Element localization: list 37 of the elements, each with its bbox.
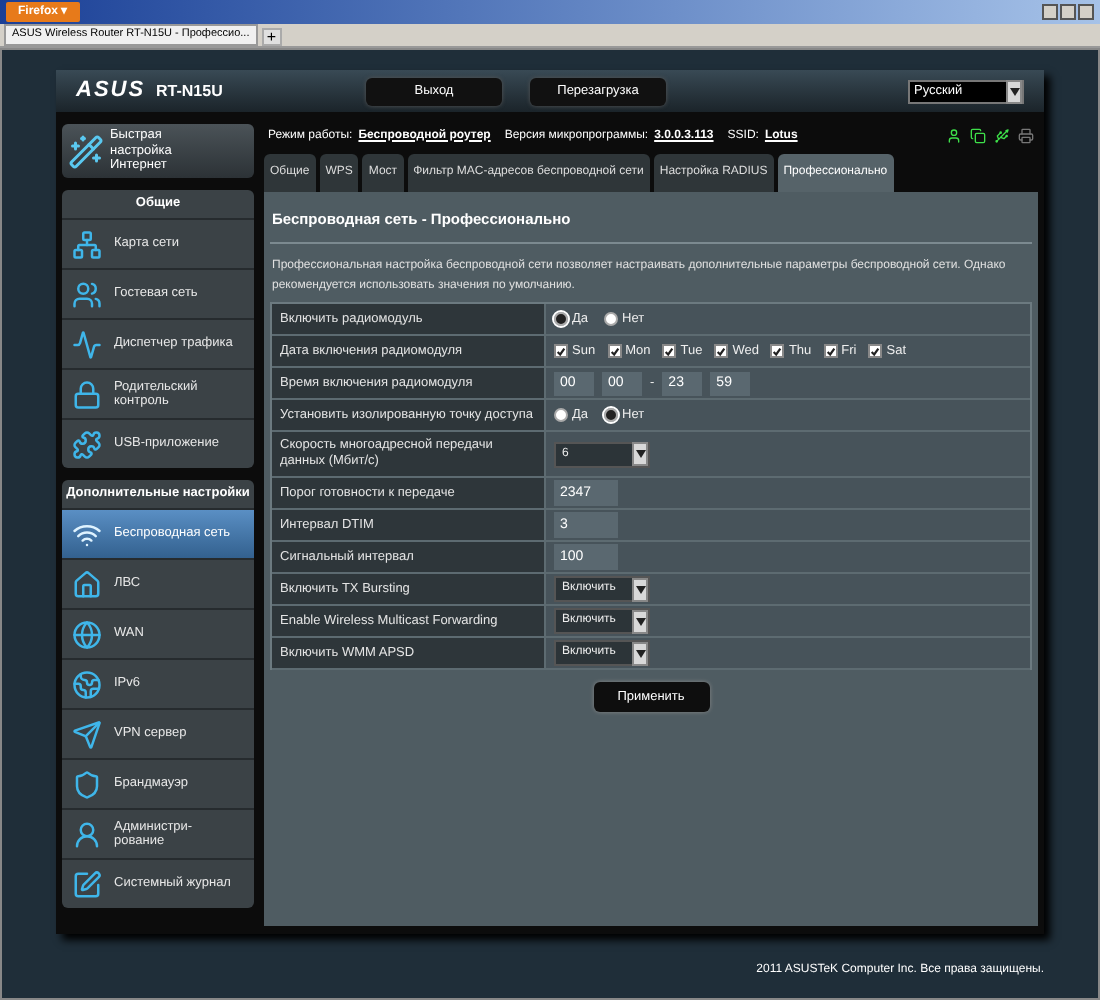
- radio-button[interactable]: [554, 312, 568, 327]
- users-icon: [72, 279, 102, 309]
- paper-plane-icon: [72, 719, 102, 749]
- wifi-icon: [72, 519, 102, 549]
- printer-icon[interactable]: [1018, 128, 1034, 144]
- caret-icon: [635, 450, 645, 459]
- radio-button[interactable]: [554, 408, 568, 423]
- checkbox[interactable]: [868, 344, 883, 359]
- new-tab-button[interactable]: +: [261, 28, 282, 46]
- radio-button[interactable]: [604, 408, 619, 423]
- user-icon: [72, 819, 102, 849]
- lock-icon: [72, 379, 102, 409]
- user-icon[interactable]: [946, 128, 962, 144]
- pen-icon: [72, 869, 102, 899]
- house-icon: [72, 569, 102, 599]
- puzzle-icon: [72, 429, 102, 459]
- radio-button[interactable]: [604, 312, 619, 327]
- checkbox[interactable]: [554, 344, 568, 359]
- shield-icon: [72, 769, 102, 799]
- checkbox[interactable]: [823, 344, 838, 359]
- usb-icon[interactable]: [994, 128, 1010, 144]
- caret-icon: [635, 585, 645, 594]
- wand-icon: [68, 133, 104, 169]
- checkbox[interactable]: [607, 344, 622, 359]
- model-name: RT-N15U: [156, 79, 225, 103]
- checkbox[interactable]: [714, 344, 729, 359]
- earth-icon: [72, 669, 102, 699]
- checkbox[interactable]: [770, 344, 785, 359]
- checkbox[interactable]: [662, 344, 677, 359]
- network-icon: [72, 229, 102, 259]
- copy-icon[interactable]: [970, 128, 986, 144]
- logo: ASUS: [76, 76, 148, 107]
- caret-icon: [1009, 87, 1019, 95]
- caret-icon: [635, 649, 645, 658]
- globe-icon: [72, 619, 102, 649]
- caret-icon: [635, 617, 645, 626]
- chart-icon: [72, 329, 102, 359]
